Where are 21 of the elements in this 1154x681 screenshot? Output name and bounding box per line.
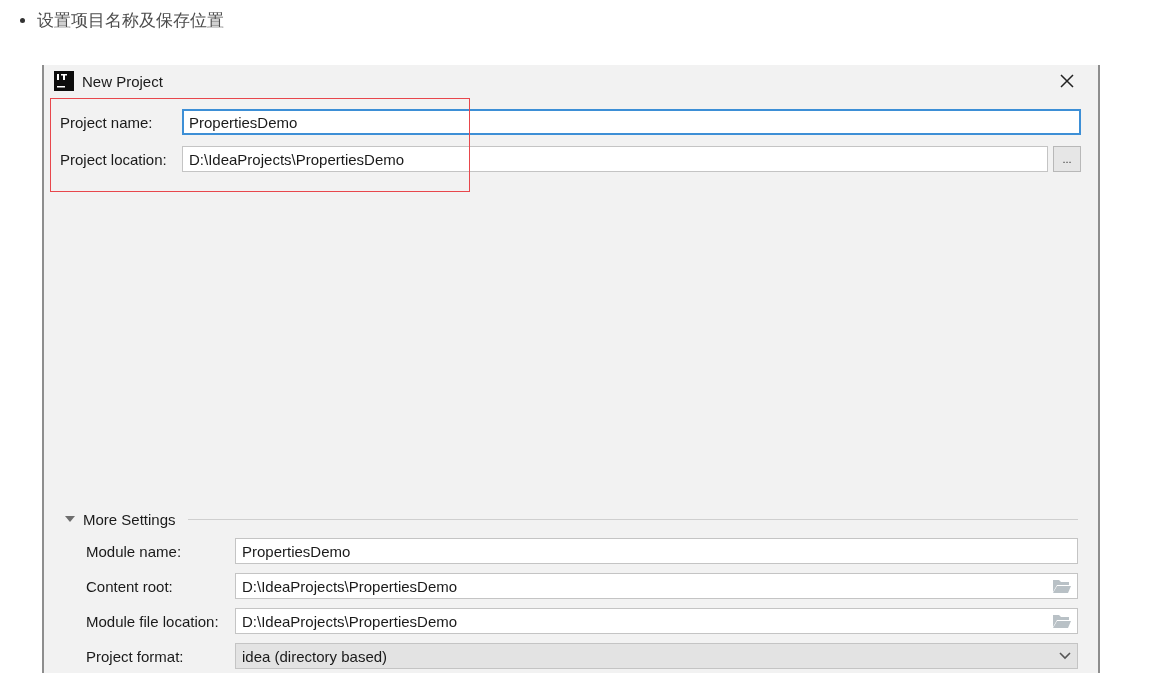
- field-label: Module name:: [86, 542, 183, 560]
- app-logo-icon: [54, 71, 74, 91]
- triangle-down-icon[interactable]: [65, 515, 75, 523]
- field-label: Module file location:: [86, 612, 220, 630]
- format-dropdown[interactable]: idea (directory based): [235, 643, 1078, 669]
- text-field[interactable]: D:\IdeaProjects\PropertiesDemo: [182, 146, 1048, 172]
- text-field[interactable]: PropertiesDemo: [182, 109, 1081, 135]
- bullet-icon: [20, 17, 25, 23]
- field-label: Project format:: [86, 647, 185, 665]
- text-field[interactable]: PropertiesDemo: [235, 538, 1078, 564]
- section-header[interactable]: More Settings: [83, 510, 176, 528]
- field-label: Project location:: [60, 150, 168, 168]
- field-label: Project name:: [60, 113, 154, 131]
- text-field[interactable]: D:\IdeaProjects\PropertiesDemo: [235, 608, 1078, 634]
- field-label: Content root:: [86, 577, 174, 595]
- bullet-text: 设置项目名称及保存位置: [37, 8, 224, 32]
- chevron-down-icon[interactable]: [1059, 652, 1071, 660]
- browse-button[interactable]: ...: [1053, 146, 1081, 172]
- close-icon[interactable]: [1060, 74, 1074, 88]
- window-title: New Project: [82, 72, 164, 90]
- text-field[interactable]: D:\IdeaProjects\PropertiesDemo: [235, 573, 1078, 599]
